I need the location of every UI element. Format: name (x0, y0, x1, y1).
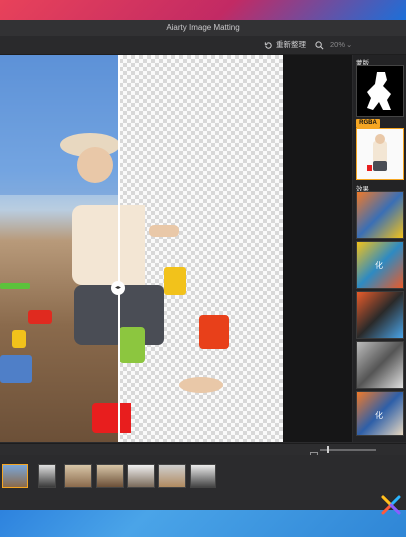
reset-icon[interactable] (264, 36, 273, 54)
film-thumb-3[interactable] (64, 464, 92, 488)
effect-thumbnail-4[interactable] (356, 341, 404, 389)
zoom-level[interactable]: 20% (330, 36, 345, 54)
app-logo-icon[interactable] (380, 494, 402, 516)
film-thumb-1[interactable] (2, 464, 28, 488)
film-thumb-7[interactable] (190, 464, 216, 488)
film-thumb-5[interactable] (127, 464, 155, 488)
effect-thumbnail-5[interactable]: 化 (356, 391, 404, 436)
effect-thumbnail-1[interactable] (356, 191, 404, 239)
title-bar: Aiarty Image Matting (0, 20, 406, 36)
effect-thumbnail-2[interactable]: 化 (356, 241, 404, 289)
zoom-icon[interactable] (315, 36, 324, 54)
transparent-preview (119, 55, 283, 442)
app-window: Aiarty Image Matting 重新整理 20% ⌄ ◂▸ 蒙版 效果… (0, 20, 406, 510)
effect-thumbnail-3[interactable] (356, 291, 404, 339)
compare-handle[interactable]: ◂▸ (111, 281, 125, 295)
rgba-thumbnail[interactable] (356, 128, 404, 180)
mask-thumbnail[interactable] (356, 65, 404, 117)
image-filmstrip (0, 455, 406, 510)
compare-divider[interactable] (118, 55, 120, 442)
film-thumb-2[interactable] (38, 464, 56, 488)
thumbnail-size-slider[interactable] (320, 446, 376, 453)
chevron-down-icon[interactable]: ⌄ (346, 36, 352, 54)
rgba-badge: RGBA (356, 119, 380, 128)
film-thumb-6[interactable] (158, 464, 186, 488)
original-image (0, 55, 132, 442)
film-thumb-4[interactable] (96, 464, 124, 488)
preview-canvas[interactable]: ◂▸ (0, 55, 352, 442)
slider-knob[interactable] (327, 446, 329, 453)
toolbar: 重新整理 20% ⌄ (0, 36, 406, 55)
reset-button[interactable]: 重新整理 (276, 36, 306, 54)
